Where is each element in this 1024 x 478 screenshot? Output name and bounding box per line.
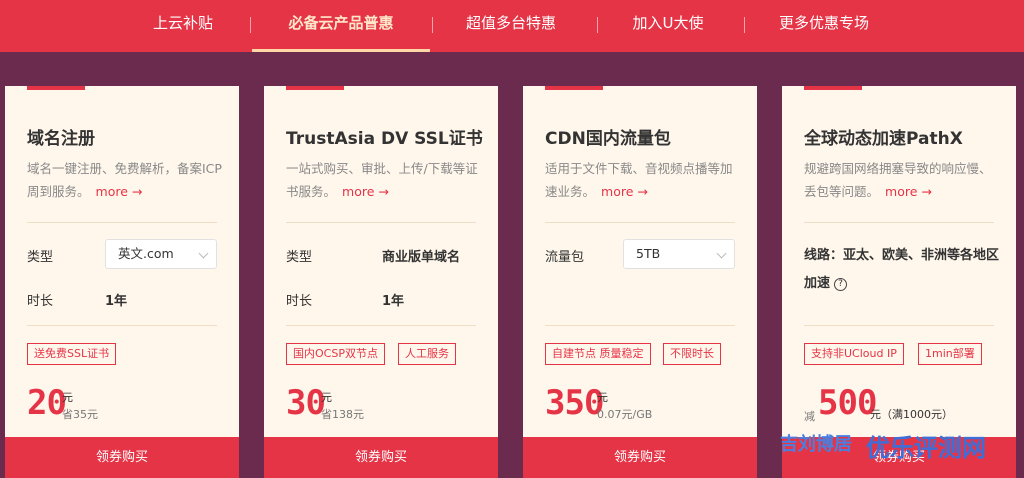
nav-tab-cloud-subsidy[interactable]: 上云补贴 bbox=[128, 0, 238, 52]
watermark-right: 优乐评测网 bbox=[866, 434, 986, 462]
feature-tag: 国内OCSP双节点 bbox=[286, 343, 385, 365]
product-card-ssl: TrustAsia DV SSL证书 一站式购买、审批、上传/下载等证书服务。 m… bbox=[264, 86, 498, 478]
buy-button[interactable]: 领券购买 bbox=[523, 437, 757, 478]
feature-tag: 1min部署 bbox=[918, 343, 982, 365]
product-card-domain: 域名注册 域名一键注册、免费解析，备案ICP周到服务。 more → 类型 英文.… bbox=[5, 86, 239, 478]
duration-label: 时长 bbox=[27, 294, 54, 309]
duration-value: 1年 bbox=[105, 294, 128, 309]
card-divider bbox=[27, 325, 217, 326]
card-divider bbox=[804, 222, 994, 223]
buy-button[interactable]: 领券购买 bbox=[264, 437, 498, 478]
card-description: 规避跨国网络拥塞导致的响应慢、丢包等问题。 more → bbox=[804, 157, 1000, 203]
watermark-left: 吉刘博居 bbox=[780, 434, 852, 455]
card-accent bbox=[286, 86, 344, 90]
buy-button[interactable]: 领券购买 bbox=[5, 437, 239, 478]
product-card-cdn: CDN国内流量包 适用于文件下载、音视频点播等加速业务。 more → 流量包 5… bbox=[523, 86, 757, 478]
nav-tab-more-deals[interactable]: 更多优惠专场 bbox=[764, 0, 884, 52]
card-accent bbox=[545, 86, 603, 90]
feature-tag: 不限时长 bbox=[663, 343, 721, 365]
price-per-gb: 0.07元/GB bbox=[597, 408, 653, 421]
price-unit: 元（满1000元） bbox=[870, 408, 953, 421]
nav-divider bbox=[744, 17, 745, 33]
more-link[interactable]: more → bbox=[96, 184, 143, 199]
card-description: 域名一键注册、免费解析，备案ICP周到服务。 more → bbox=[27, 157, 223, 203]
card-divider bbox=[286, 222, 476, 223]
card-divider bbox=[545, 325, 735, 326]
card-accent bbox=[27, 86, 85, 90]
type-label: 类型 bbox=[286, 250, 313, 265]
nav-divider bbox=[432, 17, 433, 33]
top-nav: 上云补贴 必备云产品普惠 超值多台特惠 加入U大使 更多优惠专场 bbox=[0, 0, 1024, 52]
card-title: 全球动态加速PathX bbox=[804, 129, 963, 149]
feature-tag: 支持非UCloud IP bbox=[804, 343, 904, 365]
price-value: 350 bbox=[545, 383, 604, 423]
domain-type-select[interactable]: 英文.com bbox=[105, 239, 217, 269]
line-regions: 线路：亚太、欧美、非洲等各地区加速? bbox=[804, 242, 1000, 298]
type-value: 商业版单域名 bbox=[382, 250, 461, 265]
nav-tab-u-ambassador[interactable]: 加入U大使 bbox=[612, 0, 724, 52]
duration-label: 时长 bbox=[286, 294, 313, 309]
nav-tab-essential-products[interactable]: 必备云产品普惠 bbox=[252, 0, 430, 52]
nav-divider bbox=[597, 17, 598, 33]
card-description: 一站式购买、审批、上传/下载等证书服务。 more → bbox=[286, 157, 482, 203]
feature-tag: 送免费SSL证书 bbox=[27, 343, 117, 365]
card-divider bbox=[804, 325, 994, 326]
price-unit: 元 bbox=[62, 391, 73, 404]
feature-tag: 人工服务 bbox=[398, 343, 456, 365]
traffic-package-select[interactable]: 5TB bbox=[623, 239, 735, 269]
card-title: TrustAsia DV SSL证书 bbox=[286, 129, 483, 149]
domain-type-value: 英文.com bbox=[118, 246, 174, 261]
traffic-package-value: 5TB bbox=[636, 246, 661, 261]
price-saving: 省35元 bbox=[62, 408, 98, 421]
help-icon[interactable]: ? bbox=[834, 278, 848, 291]
card-title: 域名注册 bbox=[27, 129, 95, 149]
chevron-down-icon bbox=[716, 248, 727, 259]
more-link[interactable]: more → bbox=[601, 184, 648, 199]
price-unit: 元 bbox=[321, 391, 332, 404]
card-title: CDN国内流量包 bbox=[545, 129, 671, 149]
price-value: 500 bbox=[818, 383, 877, 423]
card-divider bbox=[27, 222, 217, 223]
price-value: 20 bbox=[27, 383, 67, 423]
nav-tab-multi-instance[interactable]: 超值多台特惠 bbox=[446, 0, 576, 52]
more-link[interactable]: more → bbox=[885, 184, 932, 199]
price-prefix: 减 bbox=[804, 410, 815, 423]
card-divider bbox=[286, 325, 476, 326]
nav-divider bbox=[250, 17, 251, 33]
duration-value: 1年 bbox=[382, 294, 405, 309]
feature-tag: 自建节点 质量稳定 bbox=[545, 343, 651, 365]
more-link[interactable]: more → bbox=[342, 184, 389, 199]
price-value: 30 bbox=[286, 383, 326, 423]
card-description: 适用于文件下载、音视频点播等加速业务。 more → bbox=[545, 157, 741, 203]
product-card-pathx: 全球动态加速PathX 规避跨国网络拥塞导致的响应慢、丢包等问题。 more → … bbox=[782, 86, 1016, 478]
package-label: 流量包 bbox=[545, 250, 585, 265]
price-unit: 元 bbox=[597, 391, 608, 404]
card-divider bbox=[545, 222, 735, 223]
card-accent bbox=[804, 86, 862, 90]
type-label: 类型 bbox=[27, 250, 54, 265]
chevron-down-icon bbox=[198, 248, 209, 259]
price-saving: 省138元 bbox=[321, 408, 364, 421]
